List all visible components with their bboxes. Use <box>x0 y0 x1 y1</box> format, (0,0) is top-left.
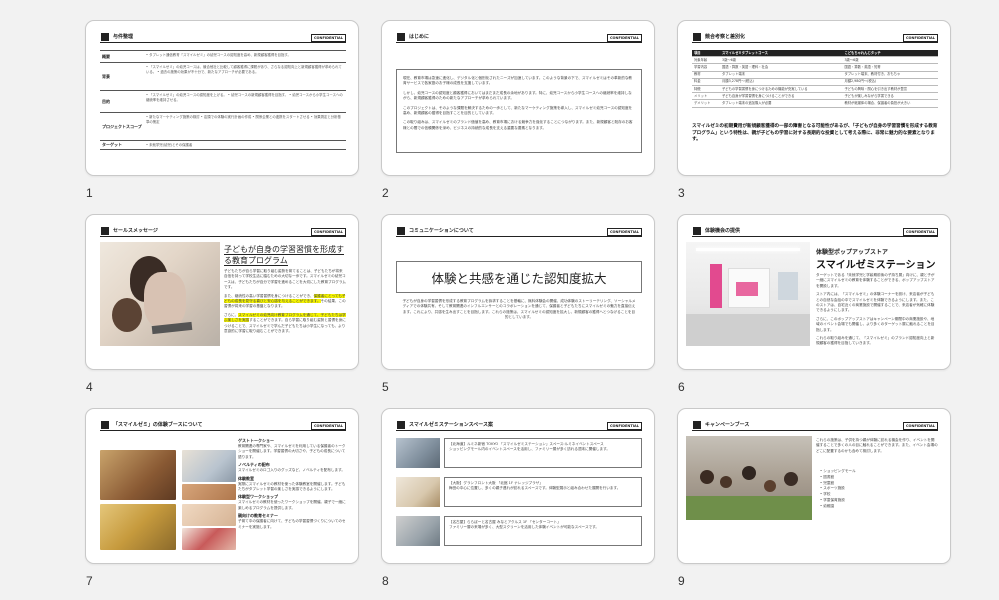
slide-number: 5 <box>382 380 389 394</box>
slide-header: スマイルゼミステーションスペース案 CONFIDENTIAL <box>396 421 642 431</box>
confidential-badge: CONFIDENTIAL <box>902 422 938 430</box>
confidential-badge: CONFIDENTIAL <box>606 228 642 236</box>
campaign-booth-photo <box>686 436 812 520</box>
slide-number: 2 <box>382 186 389 200</box>
slide-number: 4 <box>86 380 93 394</box>
slide-title: 競合考察と差別化 <box>705 34 746 40</box>
slide-header: コミュニケーションについて CONFIDENTIAL <box>396 227 642 237</box>
slide-header: キャンペーンブース CONFIDENTIAL <box>692 421 938 431</box>
slide-title: キャンペーンブース <box>705 422 750 428</box>
slide-title: 「スマイルゼミ」の体験ブースについて <box>113 422 203 428</box>
confidential-badge: CONFIDENTIAL <box>310 228 346 236</box>
slide-thumbnail-1[interactable]: 与件整理 CONFIDENTIAL 概要 • タブレット通信教育「スマイルゼミ」の… <box>85 20 359 200</box>
slide-header: はじめに CONFIDENTIAL <box>396 33 642 43</box>
slide-header: 「スマイルゼミ」の体験ブースについて CONFIDENTIAL <box>100 421 346 431</box>
slide-title: 与件整理 <box>113 34 134 40</box>
competitor-table: 項目 スマイルゼミタブレットコース こどもちゃれんじタッチ 対象年齢 3歳〜6歳 3歳〜… <box>692 50 938 108</box>
slide-header: 競合考察と差別化 CONFIDENTIAL <box>692 33 938 43</box>
slide-thumbnail-3[interactable]: 競合考察と差別化 CONFIDENTIAL 項目 スマイルゼミタブレットコース こど… <box>677 20 951 200</box>
slide-body: これらの施策は、子供を持つ親が体験に訪れる機会を作り、イベントを開催することで多… <box>816 438 938 453</box>
confidential-badge: CONFIDENTIAL <box>606 422 642 430</box>
slide-title: セールスメッセージ <box>113 228 158 234</box>
slide-body: 子どもが自身の学習習慣を形成する教育プログラムを訴求することを基軸に、無料体験会… <box>402 299 636 320</box>
slide-title: コミュニケーションについて <box>409 228 474 234</box>
intro-text-box: 現在、教育市場は急速に進化し、デジタル化と個別化されたニーズが加速しています。こ… <box>396 69 642 153</box>
slide-thumbnail-7[interactable]: 「スマイルゼミ」の体験ブースについて CONFIDENTIAL ゲストトークショ… <box>85 408 359 588</box>
slide-body: ターゲットである「未就学児と学齢期前後の子持ち層」向けに、親と子が一緒にスマイル… <box>816 273 935 346</box>
space-option: 【大阪】グランフロント大阪 「北館 1F ナレッジプラザ」 梅田の中心に位置し、多… <box>396 477 642 507</box>
slide-thumbnail-2[interactable]: はじめに CONFIDENTIAL 現在、教育市場は急速に進化し、デジタル化と個… <box>381 20 655 200</box>
popup-store-photo <box>686 242 810 346</box>
confidential-badge: CONFIDENTIAL <box>902 228 938 236</box>
slide-title: はじめに <box>409 34 430 40</box>
slide-headline: 体験と共感を通じた認知度拡大 <box>396 261 642 293</box>
slide-number: 6 <box>678 380 685 394</box>
slide-body: 子どもたちが自ら学習に取り組む姿勢を育てることは、子どもたちが将来自信を持って学… <box>224 269 346 334</box>
confidential-badge: CONFIDENTIAL <box>310 34 346 42</box>
booth-item-list: ゲストトークショー 教育関連の専門家や、スマイルゼミを利用している保護者のトークシ… <box>238 438 346 529</box>
space-option: 【北海道】ルミネ新宿 TOKYO 「スマイルゼミステーション」スペース:ルミネイ… <box>396 438 642 468</box>
slide-thumbnail-9[interactable]: キャンペーンブース CONFIDENTIAL これらの施策は、子供を持つ親が体験… <box>677 408 951 588</box>
slide-thumbnail-4[interactable]: セールスメッセージ CONFIDENTIAL 子どもが自身の学習習慣を形成する教… <box>85 214 359 394</box>
slide-number: 3 <box>678 186 685 200</box>
slide-header: 体験機会の提供 CONFIDENTIAL <box>692 227 938 237</box>
slide-headline: スマイルゼミステーション <box>816 260 936 271</box>
slide-header: 与件整理 CONFIDENTIAL <box>100 33 346 43</box>
slide-header: セールスメッセージ CONFIDENTIAL <box>100 227 346 237</box>
confidential-badge: CONFIDENTIAL <box>606 34 642 42</box>
slide-number: 1 <box>86 186 93 200</box>
slide-title: スマイルゼミステーションスペース案 <box>409 422 494 428</box>
slide-thumbnail-5[interactable]: コミュニケーションについて CONFIDENTIAL 体験と共感を通じた認知度拡… <box>381 214 655 394</box>
slide-number: 8 <box>382 574 389 588</box>
slide-title: 体験機会の提供 <box>705 228 741 234</box>
slide-number: 7 <box>86 574 93 588</box>
mother-child-tablet-photo <box>100 242 220 346</box>
slide-thumbnail-6[interactable]: 体験機会の提供 CONFIDENTIAL 体験型ポップアップストア スマイルゼミ… <box>677 214 951 394</box>
slide-subtitle: 体験型ポップアップストア <box>816 249 889 256</box>
slide-headline: 子どもが自身の学習習慣を形成する教育プログラム <box>224 245 344 266</box>
slide-thumbnail-8[interactable]: スマイルゼミステーションスペース案 CONFIDENTIAL 【北海道】ルミネ新… <box>381 408 655 588</box>
summary-text: スマイルゼミの初期費用が新規顧客獲得の一部の障害となる可能性があるが、「子どもが… <box>692 124 938 143</box>
confidential-badge: CONFIDENTIAL <box>310 422 346 430</box>
confidential-badge: CONFIDENTIAL <box>902 34 938 42</box>
slide-number: 9 <box>678 574 685 588</box>
booth-photos <box>100 436 260 550</box>
space-option: 【名古屋】ららぽーと名古屋 みなとアクルス 1F 「センターコート」 ファミリー層… <box>396 516 642 546</box>
venue-list: ショッピングモール 図書館 児童館 スポーツ施設 学校 学童保育施設 幼稚園 <box>820 469 938 510</box>
requirements-table: 概要 • タブレット通信教育「スマイルゼミ」の幼児コースの認知度を高め、新規顧客獲… <box>100 50 346 150</box>
